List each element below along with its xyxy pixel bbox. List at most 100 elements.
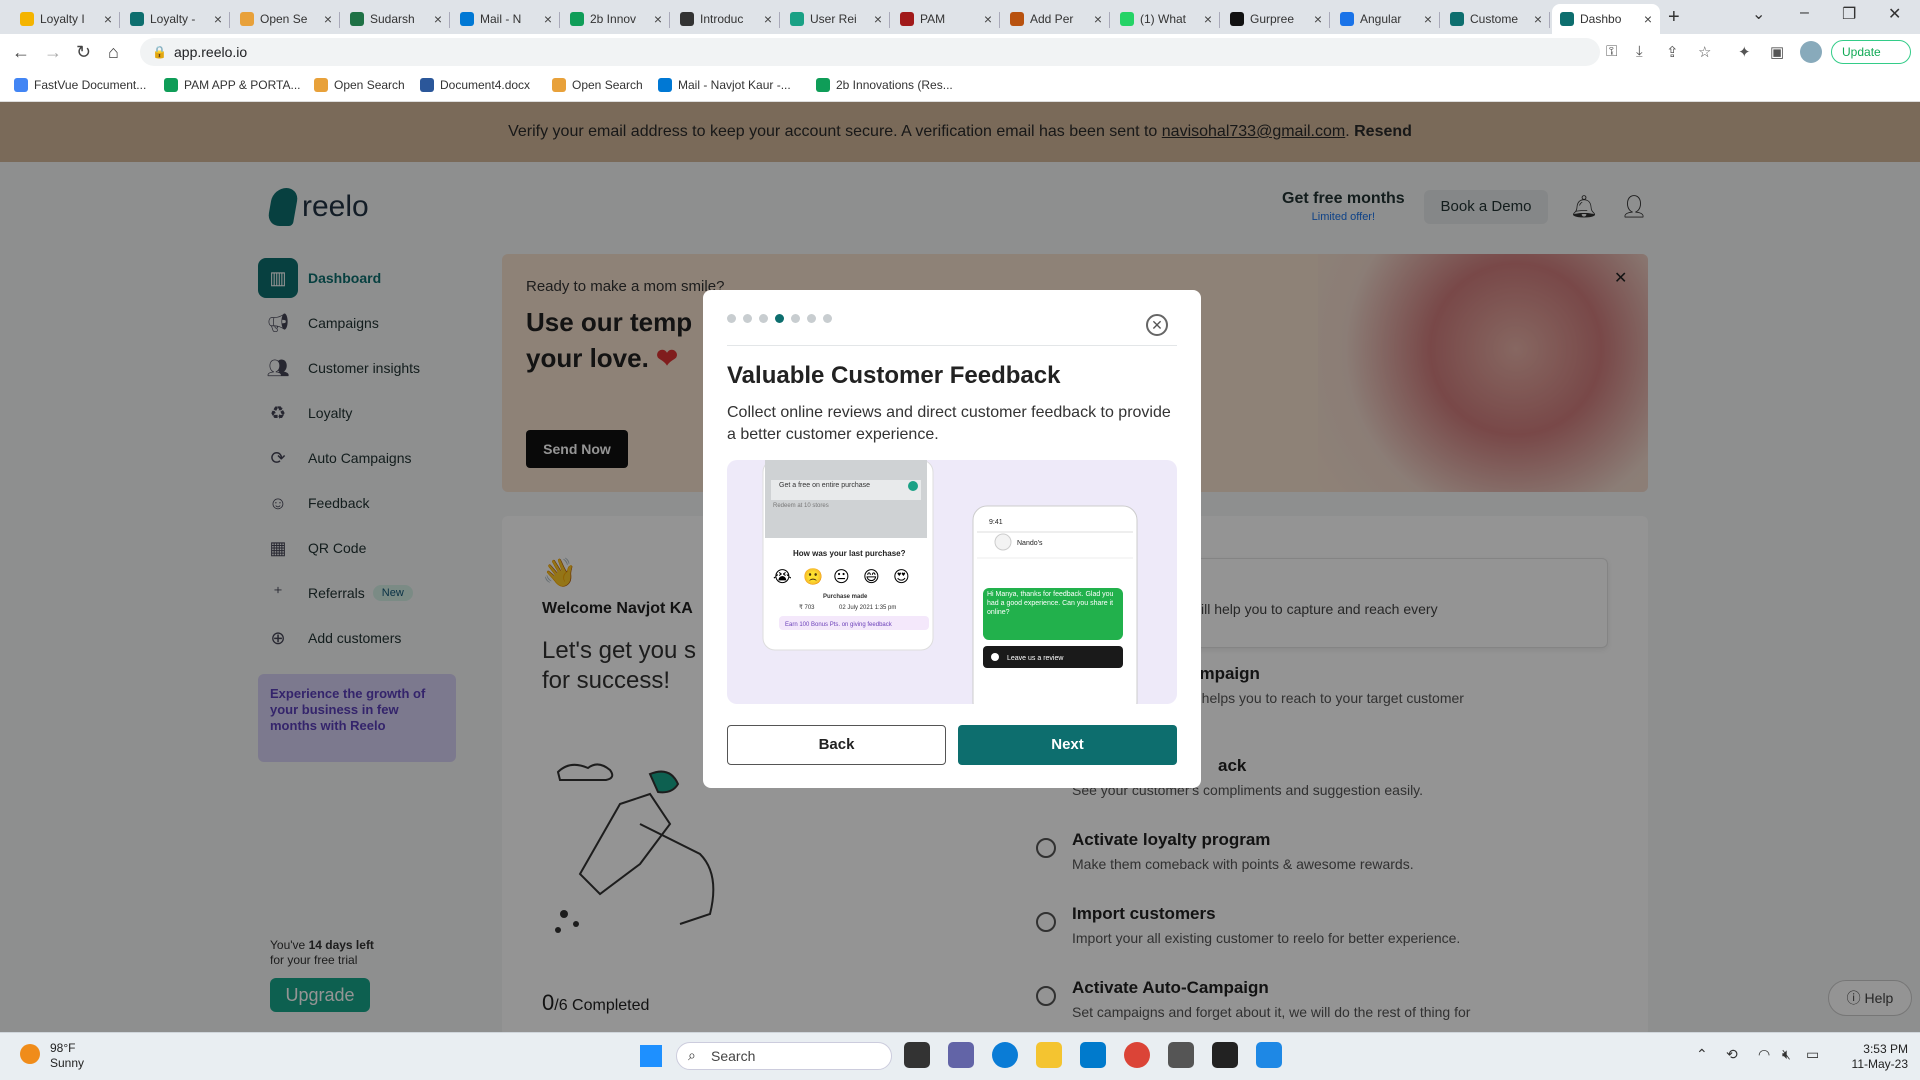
side-panel-icon[interactable]: ▣ [1770,43,1784,61]
tab-close-icon[interactable]: × [104,11,112,27]
tab-close-icon[interactable]: × [1094,11,1102,27]
back-button[interactable]: Back [727,725,946,765]
tab-separator [449,12,450,28]
windows-start-icon[interactable] [640,1045,662,1067]
step-dot [743,314,752,323]
browser-tab[interactable]: Gurpree × [1222,4,1330,34]
tab-close-icon[interactable]: × [1534,11,1542,27]
update-button[interactable]: Update [1831,40,1911,64]
tab-title: Gurpree [1250,12,1295,26]
modal-close-icon[interactable]: ✕ [1146,314,1168,336]
address-bar[interactable]: app.reelo.io [140,38,1600,66]
tab-separator [779,12,780,28]
battery-icon[interactable]: ▭ [1806,1046,1819,1063]
bookmark-item[interactable]: Open Search [314,78,405,92]
minimize-icon[interactable]: – [1800,4,1809,22]
back-icon[interactable]: ← [12,42,30,63]
browser-tab[interactable]: (1) What × [1112,4,1220,34]
tab-favicon-icon [460,12,474,26]
new-tab-button[interactable]: + [1668,6,1680,29]
browser-tab[interactable]: PAM × [892,4,1000,34]
share-icon[interactable]: ⇪ [1666,43,1679,61]
file-explorer-icon[interactable] [1036,1042,1062,1068]
reload-icon[interactable]: ↻ [76,42,91,63]
tab-close-icon[interactable]: × [214,11,222,27]
browser-tab[interactable]: Dashbo × [1552,4,1660,34]
show-hidden-icons[interactable]: ⌃ [1696,1046,1708,1063]
tab-title: User Rei [810,12,857,26]
browser-tab[interactable]: User Rei × [782,4,890,34]
tab-title: 2b Innov [590,12,637,26]
extensions-icon[interactable]: ✦ [1738,43,1751,61]
browser-tab[interactable]: Custome × [1442,4,1550,34]
tab-close-icon[interactable]: × [984,11,992,27]
taskbar-search[interactable]: Search [676,1042,892,1070]
tab-close-icon[interactable]: × [654,11,662,27]
bookmark-item[interactable]: FastVue Document... [14,78,146,92]
chat-message: Hi Manya, thanks for feedback. Glad you … [987,591,1114,616]
browser-tab[interactable]: Sudarsh × [342,4,450,34]
tab-title: Add Per [1030,12,1074,26]
install-icon[interactable]: ⤓ [1636,43,1643,60]
bookmark-star-icon[interactable]: ☆ [1698,43,1711,61]
feedback-illustration: Get a free on entire purchase Redeem at … [727,460,1177,704]
next-button[interactable]: Next [958,725,1177,765]
profile-avatar[interactable] [1800,41,1822,63]
browser-tab[interactable]: Open Se × [232,4,340,34]
tab-separator [669,12,670,28]
forward-icon[interactable]: → [44,42,62,63]
lock-icon[interactable]: 🔒 [152,45,167,59]
tab-separator [1109,12,1110,28]
terminal-icon[interactable] [1212,1042,1238,1068]
volume-muted-icon[interactable]: 🔇︎ [1782,1046,1791,1063]
bookmark-item[interactable]: PAM APP & PORTA... [164,78,300,92]
feedback-illustration-svg: Get a free on entire purchase Redeem at … [762,460,1138,704]
bookmark-item[interactable]: 2b Innovations (Res... [816,78,953,92]
sync-icon[interactable]: ⟲ [1726,1046,1738,1063]
tab-close-icon[interactable]: × [764,11,772,27]
tab-separator [1329,12,1330,28]
browser-tab[interactable]: Loyalty - × [122,4,230,34]
browser-tab[interactable]: Angular × [1332,4,1440,34]
edge-icon[interactable] [992,1042,1018,1068]
bookmark-item[interactable]: Document4.docx [420,78,530,92]
amount-text: ₹ 703 [799,604,815,611]
modal-divider [727,345,1177,346]
tab-close-icon[interactable]: × [324,11,332,27]
bookmark-item[interactable]: Open Search [552,78,643,92]
tab-close-icon[interactable]: × [874,11,882,27]
restore-icon[interactable]: ❐ [1842,4,1856,24]
task-view-icon[interactable] [904,1042,930,1068]
home-icon[interactable]: ⌂ [108,42,119,63]
vscode-icon[interactable] [1080,1042,1106,1068]
tab-search-icon[interactable]: ⌄ [1752,4,1765,24]
tab-separator [339,12,340,28]
emoji-crying-icon: 😭 [773,567,792,586]
teams-icon[interactable] [948,1042,974,1068]
browser-tab[interactable]: Introduc × [672,4,780,34]
purchase-made-text: Purchase made [823,594,868,600]
tab-close-icon[interactable]: × [1314,11,1322,27]
key-icon[interactable]: ⚿ [1606,43,1617,60]
chrome-icon[interactable] [1124,1042,1150,1068]
browser-tab[interactable]: Loyalty I × [12,4,120,34]
notepad-icon[interactable] [1256,1042,1282,1068]
tab-separator [999,12,1000,28]
emoji-neutral-icon: 😐 [833,567,850,586]
tab-close-icon[interactable]: × [1424,11,1432,27]
tab-close-icon[interactable]: × [544,11,552,27]
calculator-icon[interactable] [1168,1042,1194,1068]
close-window-icon[interactable]: ✕ [1888,4,1901,24]
tab-close-icon[interactable]: × [434,11,442,27]
browser-tab[interactable]: Mail - N × [452,4,560,34]
weather-sun-icon[interactable] [20,1044,40,1064]
weather-widget[interactable]: 98°F Sunny [50,1041,84,1071]
tab-close-icon[interactable]: × [1204,11,1212,27]
taskbar-clock[interactable]: 3:53 PM 11-May-23 [1836,1042,1908,1072]
browser-tab[interactable]: Add Per × [1002,4,1110,34]
tab-close-icon[interactable]: × [1644,11,1652,27]
wifi-icon[interactable]: ◠ [1758,1046,1770,1063]
browser-tab[interactable]: 2b Innov × [562,4,670,34]
tab-separator [1439,12,1440,28]
bookmark-item[interactable]: Mail - Navjot Kaur -... [658,78,791,92]
